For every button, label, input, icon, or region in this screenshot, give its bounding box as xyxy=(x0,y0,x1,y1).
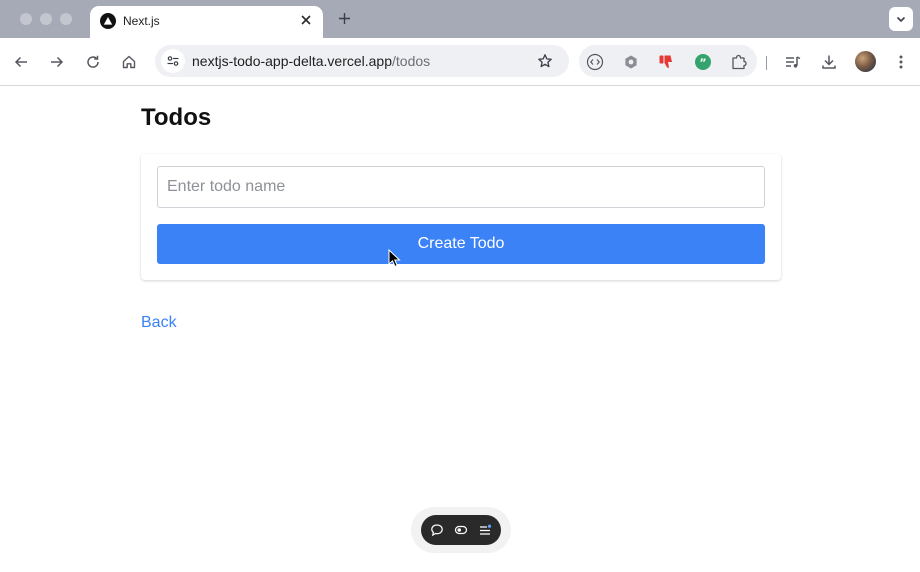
aperture-extension-icon[interactable] xyxy=(622,53,640,71)
back-link[interactable]: Back xyxy=(141,314,177,332)
code-inspect-extension-icon[interactable] xyxy=(586,53,604,71)
address-bar[interactable]: nextjs-todo-app-delta.vercel.app/todos xyxy=(155,45,569,77)
back-arrow-icon[interactable] xyxy=(10,51,32,73)
todo-name-input[interactable] xyxy=(157,166,765,208)
download-icon[interactable] xyxy=(818,51,840,73)
kebab-menu-icon[interactable] xyxy=(890,51,912,73)
browser-tabstrip: Next.js xyxy=(0,0,920,38)
media-queue-icon[interactable] xyxy=(782,51,804,73)
create-todo-button[interactable]: Create Todo xyxy=(157,224,765,264)
profile-avatar[interactable] xyxy=(855,51,876,72)
browser-toolbar: nextjs-todo-app-delta.vercel.app/todos ” xyxy=(0,38,920,86)
toolbar-separator xyxy=(766,56,767,70)
url-host: nextjs-todo-app-delta.vercel.app xyxy=(192,53,393,69)
window-zoom-dot[interactable] xyxy=(60,13,72,25)
create-todo-card: Create Todo xyxy=(141,154,781,280)
tab-title: Next.js xyxy=(123,14,160,28)
mouse-cursor-icon xyxy=(388,249,401,268)
tab-search-chevron-icon[interactable] xyxy=(889,7,913,31)
svg-text:”: ” xyxy=(699,57,706,70)
toggle-icon[interactable] xyxy=(453,522,469,538)
url-path: /todos xyxy=(392,53,431,69)
extensions-group: ” xyxy=(579,45,757,77)
reload-icon[interactable] xyxy=(82,51,104,73)
tab-close-icon[interactable] xyxy=(297,11,315,29)
quote-extension-icon[interactable]: ” xyxy=(694,53,712,71)
browser-tab-active[interactable]: Next.js xyxy=(90,6,323,38)
dev-toolbar xyxy=(421,515,501,545)
nextjs-favicon-icon xyxy=(100,13,116,29)
forward-arrow-icon[interactable] xyxy=(46,51,68,73)
site-settings-icon[interactable] xyxy=(161,49,185,73)
window-close-dot[interactable] xyxy=(20,13,32,25)
list-menu-icon[interactable] xyxy=(477,522,493,538)
comment-icon[interactable] xyxy=(429,522,445,538)
window-minimize-dot[interactable] xyxy=(40,13,52,25)
puzzle-extensions-icon[interactable] xyxy=(730,53,748,71)
page-title: Todos xyxy=(141,104,212,131)
page-viewport: Todos Create Todo Back xyxy=(0,86,920,572)
new-tab-icon[interactable] xyxy=(334,8,354,28)
address-url: nextjs-todo-app-delta.vercel.app/todos xyxy=(192,53,430,69)
home-icon[interactable] xyxy=(118,51,140,73)
thumbs-down-extension-icon[interactable] xyxy=(657,53,675,71)
bookmark-star-icon[interactable] xyxy=(535,51,555,71)
